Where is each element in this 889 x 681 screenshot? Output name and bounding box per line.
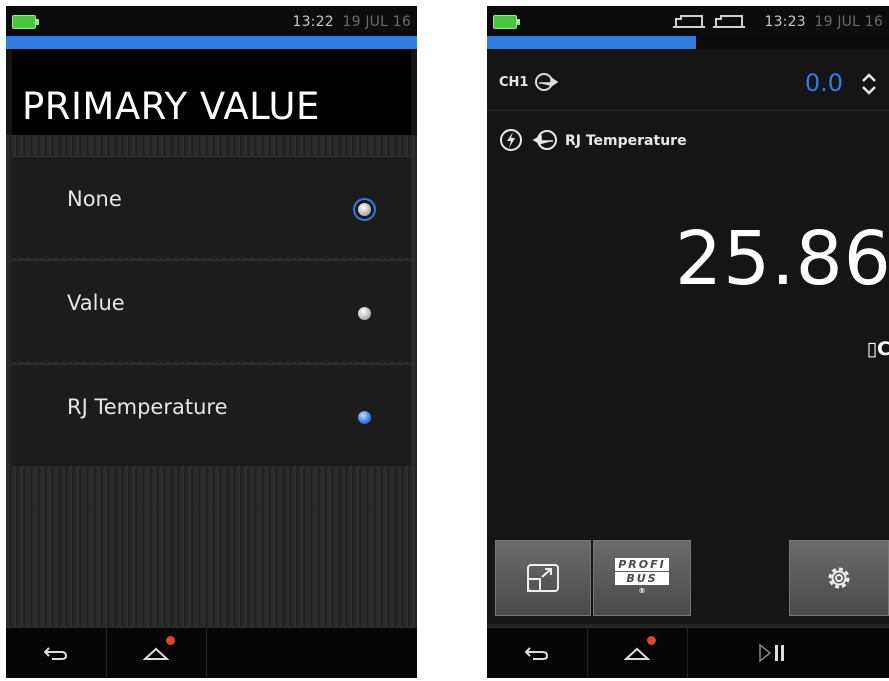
profibus-text-bottom: BUS (615, 571, 669, 585)
channel-value[interactable]: 0.0 (805, 69, 843, 97)
battery-icon (12, 15, 39, 29)
status-clock: 13:23 19 JUL 16 (764, 14, 883, 30)
measurement-screen: 13:23 19 JUL 16 CH1 0.0 RJ Temperature 2… (487, 6, 889, 678)
reading-value: 25.86 (675, 216, 889, 302)
status-bar: 13:22 19 JUL 16 (6, 6, 417, 36)
notification-dot (166, 636, 175, 645)
usb-icon (673, 15, 705, 28)
back-icon (44, 647, 68, 660)
channel-label: CH1 (499, 75, 529, 90)
profibus-logo: PROFI BUS ® (615, 557, 669, 600)
bottom-nav (487, 627, 889, 678)
radio-button-icon[interactable] (358, 307, 371, 320)
home-button[interactable] (587, 628, 688, 678)
radio-button-icon[interactable] (358, 411, 371, 424)
status-time: 13:22 (292, 14, 334, 30)
bottom-nav (6, 627, 417, 678)
usb-icon (713, 15, 745, 28)
primary-value-screen: 13:22 19 JUL 16 PRIMARY VALUE None Value… (6, 6, 417, 678)
option-none[interactable]: None (12, 156, 411, 258)
home-icon (143, 647, 169, 660)
back-icon (525, 647, 549, 660)
profibus-text-top: PROFI (615, 557, 669, 571)
option-rj-temperature[interactable]: RJ Temperature (12, 364, 411, 466)
arrow-left-icon (532, 130, 557, 150)
progress-bar (6, 36, 417, 49)
home-icon (624, 647, 650, 660)
progress-bar (487, 36, 889, 49)
status-time: 13:23 (764, 14, 806, 30)
option-label: None (67, 187, 122, 211)
status-date: 19 JUL 16 (342, 14, 411, 30)
back-button[interactable] (6, 628, 107, 678)
arrow-right-icon (535, 73, 559, 91)
settings-icon (828, 567, 850, 589)
page-title: PRIMARY VALUE (22, 85, 320, 128)
option-value[interactable]: Value (12, 260, 411, 362)
battery-icon (493, 15, 520, 29)
play-pause-icon (759, 643, 784, 663)
lightning-icon (500, 129, 522, 151)
profibus-button[interactable]: PROFI BUS ® (593, 540, 691, 616)
up-down-icon[interactable] (859, 70, 879, 98)
settings-button[interactable] (789, 540, 889, 616)
channel-row[interactable]: CH1 0.0 (487, 58, 889, 111)
play-pause-button[interactable] (717, 628, 827, 678)
home-button[interactable] (106, 628, 207, 678)
option-label: Value (67, 291, 125, 315)
radio-button-icon[interactable] (358, 203, 371, 216)
status-bar: 13:23 19 JUL 16 (487, 6, 889, 36)
profibus-mark: ® (638, 586, 646, 595)
status-clock: 13:22 19 JUL 16 (292, 14, 411, 30)
progress-fill (6, 36, 417, 49)
reading-unit: ▯C (866, 338, 889, 360)
title-bar: PRIMARY VALUE (12, 49, 411, 135)
progress-fill (487, 36, 697, 49)
notification-dot (647, 636, 656, 645)
status-date: 19 JUL 16 (814, 14, 883, 30)
sensor-label: RJ Temperature (565, 133, 687, 149)
expand-icon (527, 564, 559, 592)
back-button[interactable] (487, 628, 588, 678)
expand-button[interactable] (495, 540, 591, 616)
option-label: RJ Temperature (67, 395, 228, 419)
